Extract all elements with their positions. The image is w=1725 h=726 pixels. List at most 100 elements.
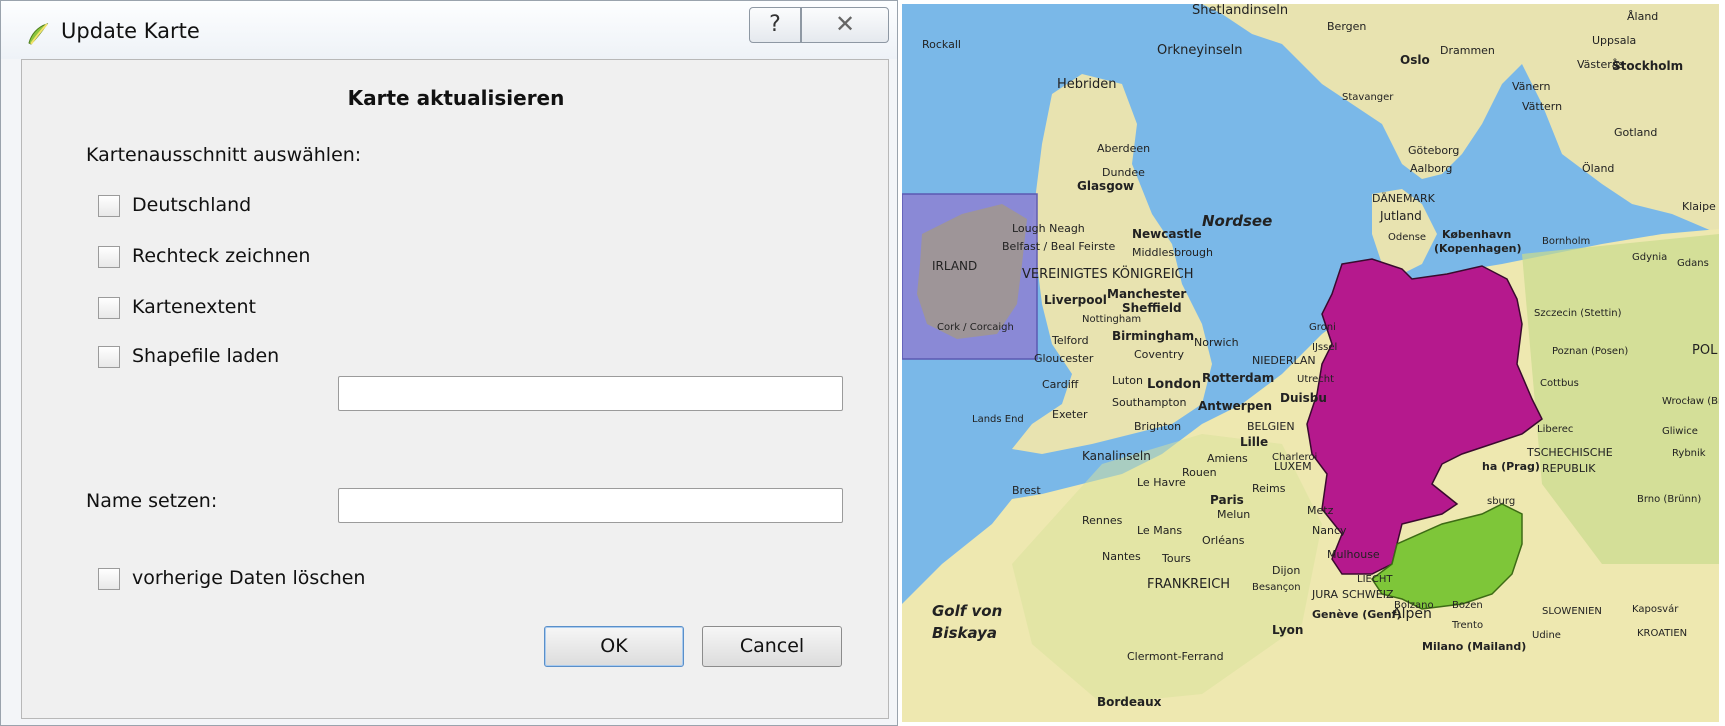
deutschland-checkbox[interactable]: [98, 195, 120, 217]
map-label: Golf von: [932, 602, 1002, 620]
map-label: Kanalinseln: [1082, 449, 1151, 463]
map-label: Kaposvár: [1632, 603, 1679, 615]
map-label: Newcastle: [1132, 227, 1202, 241]
shapefile-checkbox[interactable]: [98, 346, 120, 368]
map-label: Mulhouse: [1327, 548, 1380, 561]
map-label: Middlesbrough: [1132, 246, 1213, 259]
map-label: Rennes: [1082, 514, 1123, 527]
map-label: DÄNEMARK: [1372, 192, 1436, 205]
map-label: Stavanger: [1342, 92, 1394, 103]
map-label: Luton: [1112, 374, 1143, 387]
map-label: Bergen: [1327, 20, 1366, 33]
shapefile-label: Shapefile laden: [132, 345, 280, 367]
deutschland-label: Deutschland: [132, 194, 252, 216]
map-label: Clermont-Ferrand: [1127, 650, 1224, 663]
map-label: Antwerpen: [1198, 399, 1272, 413]
map-label: Tours: [1161, 552, 1191, 565]
rechteck-label: Rechteck zeichnen: [132, 245, 311, 267]
map-label: (Kopenhagen): [1434, 242, 1522, 255]
map-label: Jutland: [1379, 209, 1422, 223]
shapefile-path-input[interactable]: [338, 376, 843, 411]
map-label: Shetlandinseln: [1192, 4, 1288, 18]
map-label: Gotland: [1614, 126, 1657, 139]
map-label: BELGIEN: [1247, 420, 1295, 433]
europe-map[interactable]: Shetlandinseln Rockall Orkneyinseln Hebr…: [902, 4, 1719, 722]
map-label: Odense: [1388, 232, 1426, 243]
map-label: Manchester: [1107, 287, 1186, 301]
ok-button[interactable]: OK: [544, 626, 684, 667]
map-label: SCHWEIZ: [1342, 588, 1394, 601]
map-label: Aberdeen: [1097, 142, 1150, 155]
map-label: Cardiff: [1042, 378, 1079, 391]
name-label: Name setzen:: [86, 490, 218, 512]
map-label: Rockall: [922, 38, 961, 51]
map-label: Lille: [1240, 435, 1268, 449]
map-label: Telford: [1051, 334, 1089, 347]
map-label: Metz: [1307, 504, 1334, 517]
map-label: Liverpool: [1044, 293, 1107, 307]
map-label: Gdynia: [1632, 252, 1667, 263]
map-label: Nordsee: [1202, 212, 1272, 230]
map-label: Lyon: [1272, 623, 1303, 637]
map-label: Vänern: [1512, 80, 1550, 93]
map-label: Genève (Genf): [1312, 608, 1401, 621]
help-button[interactable]: ?: [749, 7, 801, 43]
map-label: Melun: [1217, 508, 1250, 521]
map-label: Rouen: [1182, 466, 1217, 479]
close-button[interactable]: ✕: [801, 7, 889, 43]
name-input[interactable]: [338, 488, 843, 523]
map-label: Orléans: [1202, 534, 1245, 547]
map-label: FRANKREICH: [1147, 577, 1230, 592]
map-label: Gloucester: [1034, 352, 1094, 365]
map-label: Hebriden: [1057, 77, 1116, 92]
map-label: Reims: [1252, 482, 1286, 495]
map-label: Cottbus: [1540, 378, 1579, 389]
dialog-heading: Karte aktualisieren: [347, 86, 565, 110]
map-label: Orkneyinseln: [1157, 43, 1243, 58]
map-label: Udine: [1532, 630, 1561, 641]
map-label: Åland: [1627, 10, 1658, 23]
extent-section-label: Kartenausschnitt auswählen:: [86, 144, 362, 166]
map-canvas[interactable]: Shetlandinseln Rockall Orkneyinseln Hebr…: [902, 4, 1719, 722]
map-label: KROATIEN: [1637, 628, 1687, 639]
map-label: Biskaya: [932, 624, 997, 642]
window-title: Update Karte: [61, 19, 200, 43]
map-label: Gliwice: [1662, 426, 1698, 437]
map-label: Bornholm: [1542, 236, 1590, 247]
map-label: Vättern: [1522, 100, 1562, 113]
map-label: POL: [1692, 343, 1718, 358]
map-label: Dundee: [1102, 166, 1145, 179]
map-label: Lough Neagh: [1012, 222, 1085, 235]
map-label: Liberec: [1537, 424, 1573, 435]
map-label: Glasgow: [1077, 179, 1134, 193]
map-label: IJssel: [1312, 342, 1337, 353]
map-label: TSCHECHISCHE: [1526, 446, 1613, 459]
map-label: REPUBLIK: [1542, 462, 1596, 475]
rechteck-checkbox[interactable]: [98, 246, 120, 268]
map-label: Stockholm: [1612, 59, 1683, 73]
map-label: Lands End: [972, 414, 1024, 425]
map-label: Rotterdam: [1202, 371, 1274, 385]
map-label: Brno (Brünn): [1637, 494, 1701, 505]
cancel-button[interactable]: Cancel: [702, 626, 842, 667]
map-label: Exeter: [1052, 408, 1088, 421]
map-label: Drammen: [1440, 44, 1495, 57]
delete-previous-checkbox[interactable]: [98, 568, 120, 590]
map-label: IRLAND: [932, 259, 977, 273]
map-label: Birmingham: [1112, 329, 1194, 343]
map-label: Göteborg: [1408, 144, 1459, 157]
dialog-content: Karte aktualisieren Kartenausschnitt aus…: [21, 59, 889, 719]
map-label: Amiens: [1207, 452, 1248, 465]
map-label: Gdans: [1677, 258, 1709, 269]
map-label: LIECHT: [1357, 574, 1393, 585]
kartenextent-checkbox[interactable]: [98, 297, 120, 319]
map-label: Southampton: [1112, 396, 1186, 409]
map-label: Klaipe: [1682, 200, 1716, 213]
map-label: VEREINIGTES KÖNIGREICH: [1022, 265, 1194, 282]
map-label: NIEDERLAN: [1252, 354, 1316, 367]
title-bar[interactable]: Update Karte ? ✕: [1, 1, 897, 59]
map-label: Nottingham: [1082, 314, 1141, 325]
map-label: Le Havre: [1137, 476, 1186, 489]
close-icon: ✕: [834, 10, 856, 38]
map-label: Wrocław (Bre: [1662, 396, 1719, 407]
